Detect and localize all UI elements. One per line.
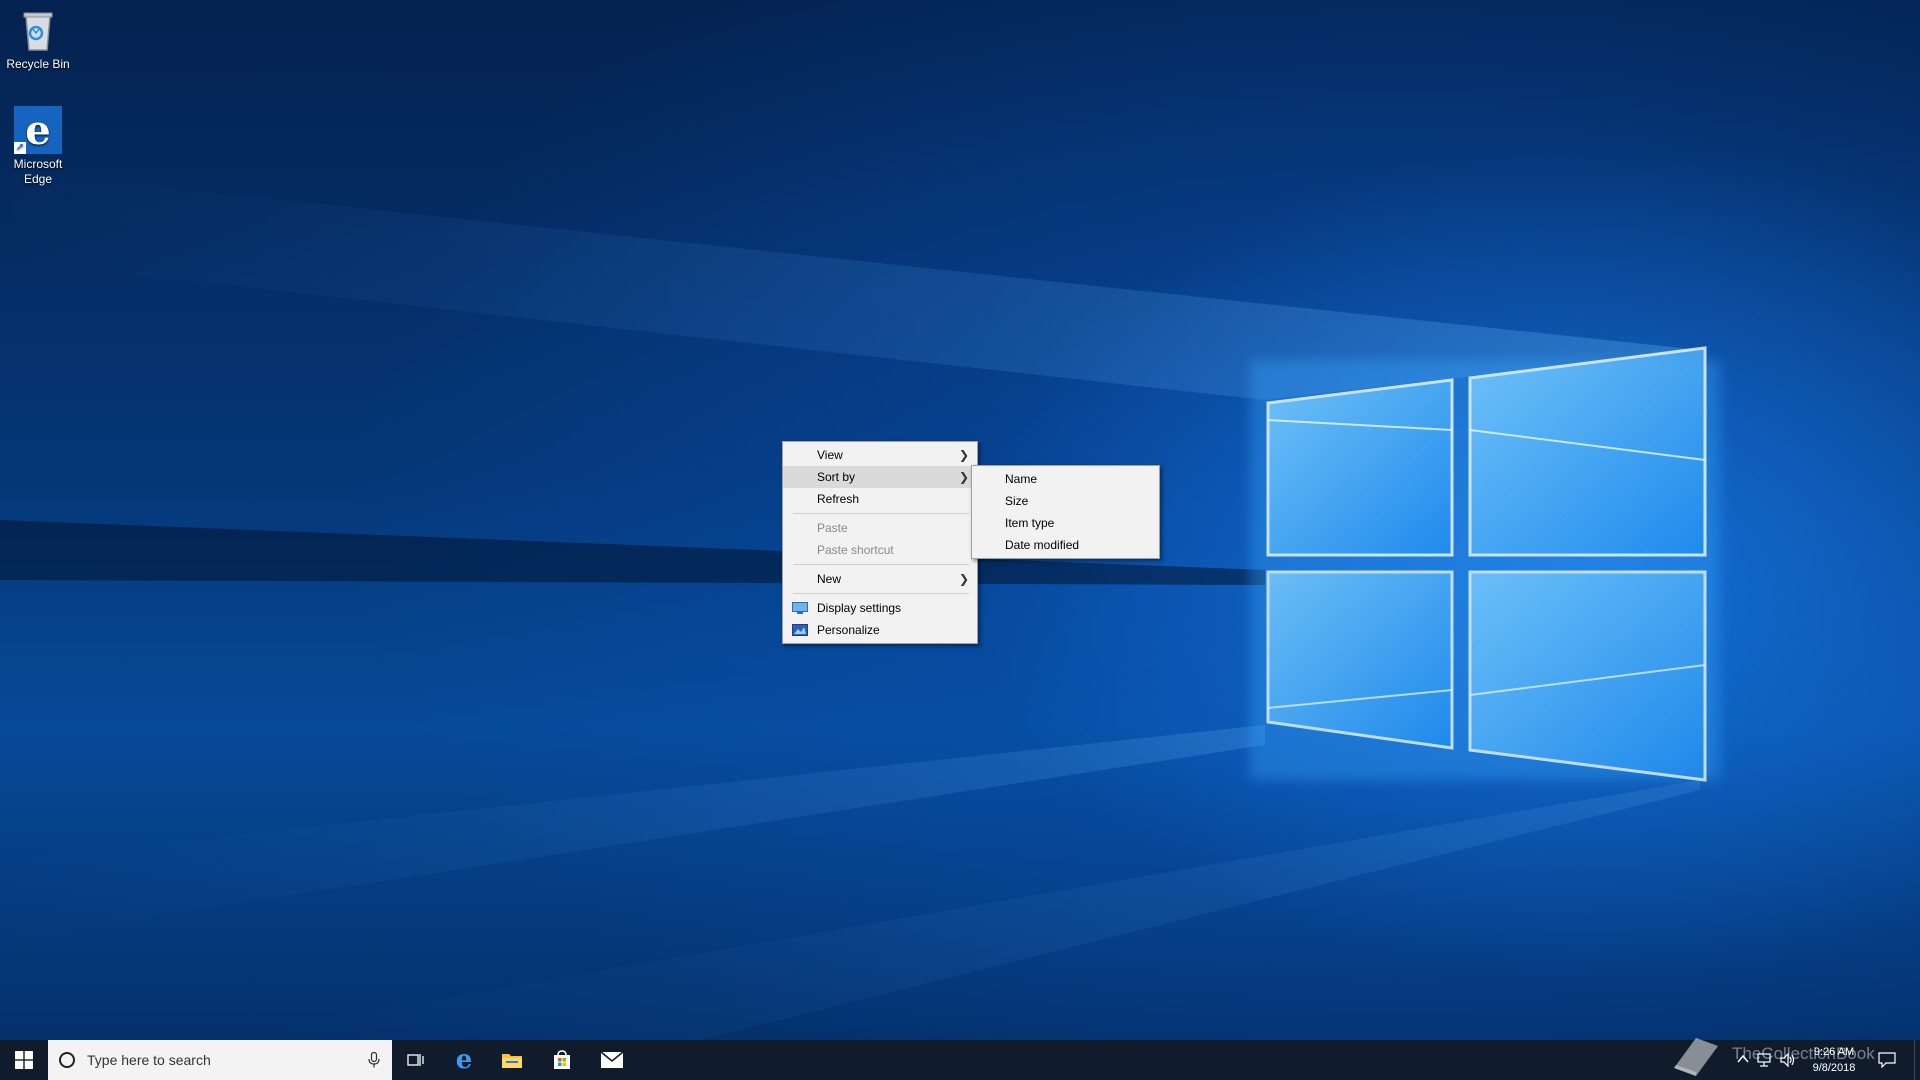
menu-item-personalize[interactable]: Personalize [783, 619, 977, 641]
desktop-icon-recycle-bin[interactable]: Recycle Bin [0, 6, 76, 72]
menu-item-label: Sort by [817, 470, 856, 484]
windows-logo-icon [15, 1051, 33, 1069]
menu-item-new[interactable]: New ❯ [783, 568, 977, 590]
clock-time: 9:26 AM [1813, 1046, 1855, 1058]
microphone-icon[interactable] [368, 1052, 380, 1068]
recycle-bin-icon [14, 6, 62, 54]
taskbar-file-explorer-button[interactable] [488, 1040, 536, 1080]
menu-item-paste-shortcut: Paste shortcut [783, 539, 977, 561]
menu-item-sort-by[interactable]: Sort by ❯ [783, 466, 977, 488]
menu-item-label: Size [1005, 494, 1029, 508]
menu-item-view[interactable]: View ❯ [783, 444, 977, 466]
taskbar-search-box[interactable] [48, 1040, 392, 1080]
network-icon[interactable] [1756, 1052, 1772, 1068]
taskbar-mail-button[interactable] [588, 1040, 636, 1080]
menu-separator [793, 513, 969, 514]
clock-date: 9/8/2018 [1812, 1062, 1856, 1074]
chevron-right-icon: ❯ [958, 572, 969, 586]
menu-item-label: Paste shortcut [817, 543, 894, 557]
chevron-up-icon[interactable] [1736, 1052, 1750, 1066]
cortana-icon [59, 1052, 75, 1068]
menu-item-label: Refresh [817, 492, 860, 506]
store-icon [554, 1050, 570, 1069]
taskbar-store-button[interactable] [538, 1040, 586, 1080]
mail-icon [600, 1051, 624, 1068]
desktop-icon-label: Recycle Bin [6, 57, 70, 71]
search-input[interactable] [87, 1052, 357, 1068]
menu-separator [793, 593, 969, 594]
menu-item-label: Display settings [817, 601, 902, 615]
task-view-icon [407, 1054, 424, 1066]
menu-item-label: Date modified [1005, 538, 1080, 552]
taskbar-clock[interactable]: 9:26 AM 9/8/2018 [1795, 1044, 1873, 1076]
submenu-item-name[interactable]: Name [972, 468, 1159, 490]
file-explorer-icon [502, 1054, 522, 1068]
edge-icon: e ↗ [14, 106, 62, 154]
taskbar-edge-button[interactable]: e [440, 1040, 488, 1080]
shortcut-arrow-icon: ↗ [14, 142, 26, 154]
menu-item-refresh[interactable]: Refresh [783, 488, 977, 510]
menu-item-display-settings[interactable]: Display settings [783, 597, 977, 619]
personalize-icon [792, 624, 808, 636]
menu-separator [793, 564, 969, 565]
desktop[interactable]: Recycle Bin e ↗ Microsoft Edge View ❯ Sor… [0, 0, 1920, 1040]
edge-icon: e [455, 1045, 473, 1075]
submenu-item-date-modified[interactable]: Date modified [972, 534, 1159, 556]
menu-item-label: Name [1005, 472, 1038, 486]
menu-item-label: View [817, 448, 843, 462]
desktop-icon-label: Microsoft Edge [13, 157, 63, 186]
menu-item-label: Paste [817, 521, 848, 535]
chevron-right-icon: ❯ [958, 448, 969, 462]
chevron-right-icon: ❯ [958, 470, 969, 484]
submenu-item-size[interactable]: Size [972, 490, 1159, 512]
book-logo-icon [1674, 1038, 1718, 1076]
start-button[interactable] [0, 1040, 48, 1080]
volume-icon[interactable] [1780, 1052, 1796, 1068]
menu-item-label: Personalize [817, 623, 880, 637]
desktop-icon-microsoft-edge[interactable]: e ↗ Microsoft Edge [0, 106, 76, 187]
menu-item-label: New [817, 572, 842, 586]
sort-by-submenu: Name Size Item type Date modified [971, 465, 1160, 559]
display-settings-icon [792, 602, 808, 614]
submenu-item-item-type[interactable]: Item type [972, 512, 1159, 534]
menu-item-label: Item type [1005, 516, 1055, 530]
desktop-context-menu: View ❯ Sort by ❯ Refresh Paste Paste sho… [782, 441, 978, 644]
task-view-button[interactable] [392, 1040, 440, 1080]
menu-item-paste: Paste [783, 517, 977, 539]
show-desktop-button[interactable] [1914, 1040, 1920, 1080]
taskbar: e [0, 1040, 1920, 1080]
action-center-icon[interactable] [1878, 1052, 1896, 1068]
